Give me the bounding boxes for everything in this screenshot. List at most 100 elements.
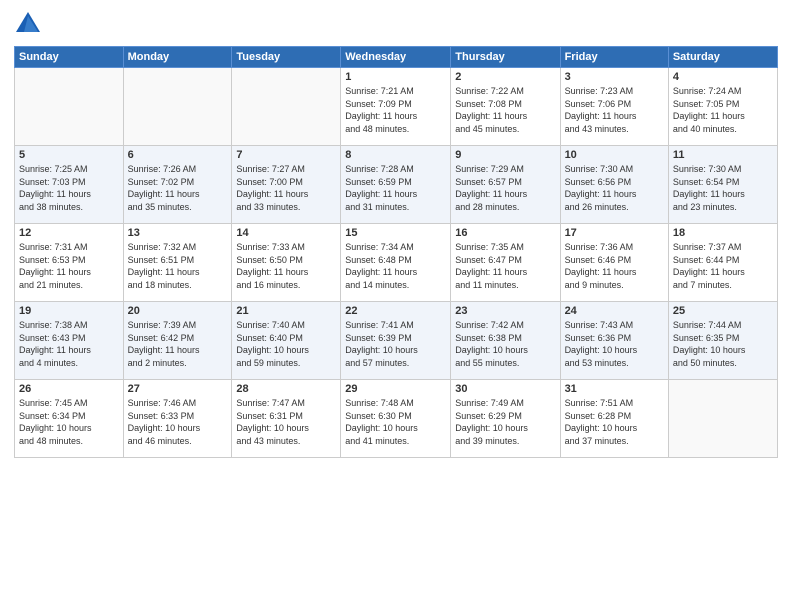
day-info: Sunrise: 7:21 AM Sunset: 7:09 PM Dayligh… xyxy=(345,85,446,135)
day-cell: 20 Sunrise: 7:39 AM Sunset: 6:42 PM Dayli… xyxy=(123,302,232,380)
day-info: Sunrise: 7:32 AM Sunset: 6:51 PM Dayligh… xyxy=(128,241,228,291)
day-info: Sunrise: 7:23 AM Sunset: 7:06 PM Dayligh… xyxy=(565,85,664,135)
day-cell: 26Sunrise: 7:45 AM Sunset: 6:34 PM Dayli… xyxy=(15,380,124,458)
day-number: 4 xyxy=(673,71,773,83)
day-number: 12 xyxy=(19,227,119,239)
day-info: Sunrise: 7:42 AM Sunset: 6:38 PM Dayligh… xyxy=(455,319,555,369)
day-number: 13 xyxy=(128,227,228,239)
day-info: Sunrise: 7:28 AM Sunset: 6:59 PM Dayligh… xyxy=(345,163,446,213)
day-number: 27 xyxy=(128,383,228,395)
day-number: 28 xyxy=(236,383,336,395)
day-cell: 8 Sunrise: 7:28 AM Sunset: 6:59 PM Daylig… xyxy=(341,146,451,224)
day-cell: 13 Sunrise: 7:32 AM Sunset: 6:51 PM Dayli… xyxy=(123,224,232,302)
weekday-header-wednesday: Wednesday xyxy=(341,47,451,68)
logo-icon xyxy=(14,10,42,38)
header xyxy=(14,10,778,38)
day-info: Sunrise: 7:26 AM Sunset: 7:02 PM Dayligh… xyxy=(128,163,228,213)
day-cell: 11 Sunrise: 7:30 AM Sunset: 6:54 PM Dayli… xyxy=(668,146,777,224)
day-cell: 3 Sunrise: 7:23 AM Sunset: 7:06 PM Daylig… xyxy=(560,68,668,146)
day-info: Sunrise: 7:45 AM Sunset: 6:34 PM Dayligh… xyxy=(19,397,119,447)
day-number: 2 xyxy=(455,71,555,83)
day-cell: 23 Sunrise: 7:42 AM Sunset: 6:38 PM Dayli… xyxy=(451,302,560,380)
page: SundayMondayTuesdayWednesdayThursdayFrid… xyxy=(0,0,792,612)
day-cell: 30 Sunrise: 7:49 AM Sunset: 6:29 PM Dayli… xyxy=(451,380,560,458)
day-cell: 18 Sunrise: 7:37 AM Sunset: 6:44 PM Dayli… xyxy=(668,224,777,302)
day-number: 3 xyxy=(565,71,664,83)
weekday-header-tuesday: Tuesday xyxy=(232,47,341,68)
day-info: Sunrise: 7:43 AM Sunset: 6:36 PM Dayligh… xyxy=(565,319,664,369)
day-cell: 7 Sunrise: 7:27 AM Sunset: 7:00 PM Daylig… xyxy=(232,146,341,224)
weekday-header-friday: Friday xyxy=(560,47,668,68)
day-cell: 15Sunrise: 7:34 AM Sunset: 6:48 PM Dayli… xyxy=(341,224,451,302)
day-info: Sunrise: 7:49 AM Sunset: 6:29 PM Dayligh… xyxy=(455,397,555,447)
day-cell: 17 Sunrise: 7:36 AM Sunset: 6:46 PM Dayli… xyxy=(560,224,668,302)
week-row-4: 19 Sunrise: 7:38 AM Sunset: 6:43 PM Dayli… xyxy=(15,302,778,380)
day-cell xyxy=(232,68,341,146)
day-cell: 24 Sunrise: 7:43 AM Sunset: 6:36 PM Dayli… xyxy=(560,302,668,380)
day-cell: 12 Sunrise: 7:31 AM Sunset: 6:53 PM Dayli… xyxy=(15,224,124,302)
day-info: Sunrise: 7:39 AM Sunset: 6:42 PM Dayligh… xyxy=(128,319,228,369)
day-info: Sunrise: 7:30 AM Sunset: 6:54 PM Dayligh… xyxy=(673,163,773,213)
day-number: 15 xyxy=(345,227,446,239)
day-cell: 5 Sunrise: 7:25 AM Sunset: 7:03 PM Daylig… xyxy=(15,146,124,224)
day-number: 20 xyxy=(128,305,228,317)
day-info: Sunrise: 7:46 AM Sunset: 6:33 PM Dayligh… xyxy=(128,397,228,447)
day-cell xyxy=(123,68,232,146)
day-cell: 27 Sunrise: 7:46 AM Sunset: 6:33 PM Dayli… xyxy=(123,380,232,458)
day-info: Sunrise: 7:44 AM Sunset: 6:35 PM Dayligh… xyxy=(673,319,773,369)
day-number: 22 xyxy=(345,305,446,317)
day-info: Sunrise: 7:25 AM Sunset: 7:03 PM Dayligh… xyxy=(19,163,119,213)
day-info: Sunrise: 7:24 AM Sunset: 7:05 PM Dayligh… xyxy=(673,85,773,135)
day-info: Sunrise: 7:37 AM Sunset: 6:44 PM Dayligh… xyxy=(673,241,773,291)
week-row-1: 1 Sunrise: 7:21 AM Sunset: 7:09 PM Daylig… xyxy=(15,68,778,146)
week-row-5: 26Sunrise: 7:45 AM Sunset: 6:34 PM Dayli… xyxy=(15,380,778,458)
day-cell: 28Sunrise: 7:47 AM Sunset: 6:31 PM Dayli… xyxy=(232,380,341,458)
day-info: Sunrise: 7:27 AM Sunset: 7:00 PM Dayligh… xyxy=(236,163,336,213)
weekday-header-sunday: Sunday xyxy=(15,47,124,68)
day-number: 30 xyxy=(455,383,555,395)
day-info: Sunrise: 7:33 AM Sunset: 6:50 PM Dayligh… xyxy=(236,241,336,291)
day-cell: 21Sunrise: 7:40 AM Sunset: 6:40 PM Dayli… xyxy=(232,302,341,380)
day-number: 7 xyxy=(236,149,336,161)
day-info: Sunrise: 7:31 AM Sunset: 6:53 PM Dayligh… xyxy=(19,241,119,291)
weekday-header-thursday: Thursday xyxy=(451,47,560,68)
calendar: SundayMondayTuesdayWednesdayThursdayFrid… xyxy=(14,46,778,458)
day-info: Sunrise: 7:22 AM Sunset: 7:08 PM Dayligh… xyxy=(455,85,555,135)
weekday-header-row: SundayMondayTuesdayWednesdayThursdayFrid… xyxy=(15,47,778,68)
day-info: Sunrise: 7:51 AM Sunset: 6:28 PM Dayligh… xyxy=(565,397,664,447)
day-cell: 6 Sunrise: 7:26 AM Sunset: 7:02 PM Daylig… xyxy=(123,146,232,224)
day-info: Sunrise: 7:35 AM Sunset: 6:47 PM Dayligh… xyxy=(455,241,555,291)
day-number: 24 xyxy=(565,305,664,317)
day-cell: 1 Sunrise: 7:21 AM Sunset: 7:09 PM Daylig… xyxy=(341,68,451,146)
weekday-header-saturday: Saturday xyxy=(668,47,777,68)
day-cell: 2 Sunrise: 7:22 AM Sunset: 7:08 PM Daylig… xyxy=(451,68,560,146)
day-number: 6 xyxy=(128,149,228,161)
day-cell: 29 Sunrise: 7:48 AM Sunset: 6:30 PM Dayli… xyxy=(341,380,451,458)
day-info: Sunrise: 7:48 AM Sunset: 6:30 PM Dayligh… xyxy=(345,397,446,447)
day-number: 1 xyxy=(345,71,446,83)
day-info: Sunrise: 7:36 AM Sunset: 6:46 PM Dayligh… xyxy=(565,241,664,291)
day-number: 5 xyxy=(19,149,119,161)
day-number: 23 xyxy=(455,305,555,317)
day-cell: 31Sunrise: 7:51 AM Sunset: 6:28 PM Dayli… xyxy=(560,380,668,458)
day-cell: 9Sunrise: 7:29 AM Sunset: 6:57 PM Daylig… xyxy=(451,146,560,224)
day-cell: 22Sunrise: 7:41 AM Sunset: 6:39 PM Dayli… xyxy=(341,302,451,380)
day-number: 9 xyxy=(455,149,555,161)
day-number: 8 xyxy=(345,149,446,161)
week-row-2: 5 Sunrise: 7:25 AM Sunset: 7:03 PM Daylig… xyxy=(15,146,778,224)
day-cell: 25 Sunrise: 7:44 AM Sunset: 6:35 PM Dayli… xyxy=(668,302,777,380)
day-number: 11 xyxy=(673,149,773,161)
day-number: 29 xyxy=(345,383,446,395)
day-number: 19 xyxy=(19,305,119,317)
day-number: 18 xyxy=(673,227,773,239)
day-cell: 16Sunrise: 7:35 AM Sunset: 6:47 PM Dayli… xyxy=(451,224,560,302)
logo xyxy=(14,10,46,38)
day-cell: 19 Sunrise: 7:38 AM Sunset: 6:43 PM Dayli… xyxy=(15,302,124,380)
weekday-header-monday: Monday xyxy=(123,47,232,68)
day-info: Sunrise: 7:38 AM Sunset: 6:43 PM Dayligh… xyxy=(19,319,119,369)
day-number: 17 xyxy=(565,227,664,239)
day-number: 25 xyxy=(673,305,773,317)
week-row-3: 12 Sunrise: 7:31 AM Sunset: 6:53 PM Dayli… xyxy=(15,224,778,302)
day-number: 21 xyxy=(236,305,336,317)
day-cell: 10Sunrise: 7:30 AM Sunset: 6:56 PM Dayli… xyxy=(560,146,668,224)
